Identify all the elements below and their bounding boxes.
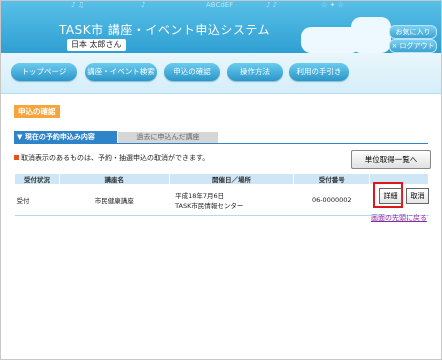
table-header-row: 受付状況 講座名 開催日／場所 受付番号 — [14, 173, 429, 185]
back-to-top-link[interactable]: 画面の先頭に戻る — [371, 213, 427, 223]
star-icon: ☆ ✦ ☆ — [321, 1, 344, 9]
notice-text: 取消表示のあるものは、予約・抽選申込の取消ができます。 — [21, 154, 210, 162]
music-note-icon: ♪ — [141, 1, 146, 9]
credit-list-button[interactable]: 単位取得一覧へ — [351, 150, 431, 169]
music-note-icon: ♪ ♪ — [266, 1, 278, 9]
user-name: 日本 太郎さん — [67, 39, 126, 51]
row-place: TASK市民情報センター — [175, 202, 244, 210]
row-number: 06-0000002 — [293, 184, 370, 216]
help-button[interactable]: お気に入り — [389, 25, 437, 39]
col-number-header: 受付番号 — [293, 173, 371, 185]
cancel-button[interactable]: 取消 — [406, 188, 429, 204]
tab-current[interactable]: ▼ 現在の予約申込み内容 — [14, 131, 117, 143]
main-nav: トップページ 講座・イベント検索 申込の確認 操作方法 利用の手引き — [1, 53, 441, 94]
table-row: 受付 市民健康講座 平成18年7月6日 TASK市民情報センター 06-0000… — [14, 184, 429, 216]
square-bullet-icon — [14, 155, 19, 160]
section-title: 申込の確認 — [14, 105, 60, 118]
cloud-icon — [351, 17, 391, 53]
detail-button[interactable]: 詳細 — [379, 188, 402, 204]
row-status: 受付 — [14, 184, 60, 216]
col-course-header: 講座名 — [58, 173, 170, 185]
nav-howto[interactable]: 操作方法 — [227, 63, 283, 81]
row-course: 市民健康講座 — [59, 184, 170, 216]
header: ♪ ♫ ♪ ABCdEF ♪ ♪ ☆ ✦ ☆ TASK市 講座・イベント申込シス… — [1, 1, 441, 53]
tab-divider — [14, 143, 428, 144]
notice: 取消表示のあるものは、予約・抽選申込の取消ができます。 — [14, 153, 209, 163]
nav-top-page[interactable]: トップページ — [11, 63, 77, 81]
app-title: TASK市 講座・イベント申込システム — [59, 23, 271, 37]
reservation-table: 受付状況 講座名 開催日／場所 受付番号 受付 市民健康講座 平成18年7月6日… — [14, 173, 429, 216]
col-status-header: 受付状況 — [14, 173, 60, 185]
music-note-icon: ♪ ♫ — [71, 1, 84, 9]
logout-button[interactable]: × ログアウト — [389, 39, 437, 53]
row-date-place: 平成18年7月6日 TASK市民情報センター — [169, 184, 294, 216]
deco-text: ABCdEF — [206, 1, 234, 9]
nav-search[interactable]: 講座・イベント検索 — [85, 63, 157, 81]
tab-past[interactable]: 過去に申込んだ講座 — [118, 132, 218, 143]
row-date: 平成18年7月6日 — [175, 192, 225, 200]
app-frame: ♪ ♫ ♪ ABCdEF ♪ ♪ ☆ ✦ ☆ TASK市 講座・イベント申込シス… — [0, 0, 442, 360]
nav-guide[interactable]: 利用の手引き — [289, 63, 349, 81]
nav-confirm[interactable]: 申込の確認 — [164, 63, 220, 81]
col-date-header: 開催日／場所 — [168, 173, 295, 185]
